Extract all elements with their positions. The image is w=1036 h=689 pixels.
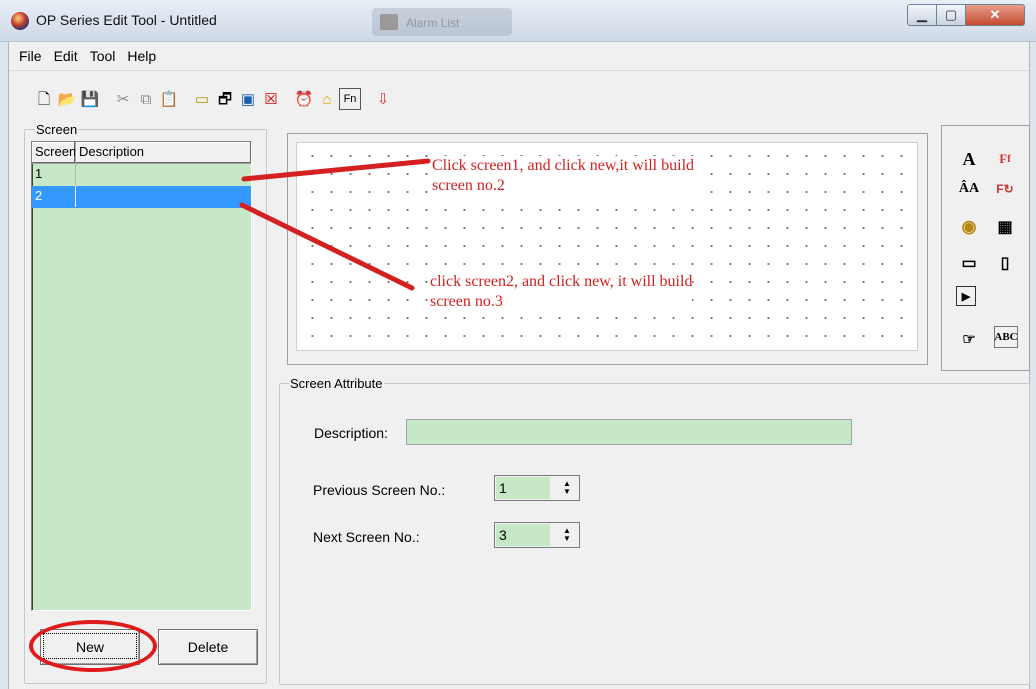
display-icon[interactable]: ▯ xyxy=(992,250,1018,276)
paste-icon[interactable]: 📋 xyxy=(158,88,180,110)
menu-file[interactable]: File xyxy=(13,48,48,64)
ascii-input-icon[interactable]: ☞ xyxy=(956,326,982,352)
menu-edit[interactable]: Edit xyxy=(48,48,84,64)
maximize-button[interactable]: ▢ xyxy=(936,4,966,26)
previous-screen-value[interactable]: 1 xyxy=(496,477,550,499)
list-item[interactable]: 1 xyxy=(32,164,251,186)
cut-icon[interactable]: ✂ xyxy=(112,88,134,110)
description-field[interactable] xyxy=(406,419,852,445)
play-button-icon[interactable]: ▶ xyxy=(956,286,976,306)
screen-group-legend: Screen xyxy=(35,122,79,137)
description-label: Description: xyxy=(314,425,388,441)
window-title: OP Series Edit Tool - Untitled xyxy=(36,12,217,28)
open-folder-icon[interactable]: 📂 xyxy=(56,88,78,110)
delete-screen-icon[interactable]: ☒ xyxy=(260,88,282,110)
screen-attribute-legend: Screen Attribute xyxy=(289,376,384,391)
screen-properties-icon[interactable]: 🗗 xyxy=(214,88,236,110)
text-icon[interactable]: A xyxy=(956,146,982,172)
annotation-second: click screen2, and click new, it will bu… xyxy=(430,272,693,312)
next-screen-value[interactable]: 3 xyxy=(496,524,550,546)
rectangle-icon[interactable]: ▭ xyxy=(191,88,213,110)
next-screen-label: Next Screen No.: xyxy=(313,529,420,545)
close-button[interactable]: ✕ xyxy=(965,4,1025,26)
list-header: Screen Description xyxy=(32,142,251,164)
screen-description xyxy=(76,186,251,207)
abc-icon[interactable]: ABC xyxy=(994,326,1018,348)
dynamic-text-icon[interactable]: Ff xyxy=(992,146,1018,172)
title-bar: OP Series Edit Tool - Untitled Alarm Lis… xyxy=(0,0,1036,42)
column-header-screen[interactable]: Screen xyxy=(32,142,76,163)
window-icon[interactable]: ▣ xyxy=(237,88,259,110)
minimize-button[interactable]: ▁ xyxy=(907,4,937,26)
download-icon[interactable]: ⇩ xyxy=(372,88,394,110)
menu-tool[interactable]: Tool xyxy=(84,48,122,64)
spin-arrows-icon[interactable]: ▲ ▼ xyxy=(557,525,577,545)
new-file-icon[interactable]: 🗋 xyxy=(33,88,55,110)
screen-number: 1 xyxy=(32,164,76,185)
menu-bar: File Edit Tool Help xyxy=(9,42,1029,71)
list-item[interactable]: 2 xyxy=(32,186,251,208)
next-screen-spinner[interactable]: 3 ▲ ▼ xyxy=(494,522,580,548)
save-icon[interactable]: 💾 xyxy=(79,88,101,110)
pattern-icon[interactable]: ▦ xyxy=(992,214,1018,240)
toolbar: 🗋 📂 💾 ✂ ⧉ 📋 ▭ 🗗 ▣ ☒ ⏰ ⌂ Fn ⇩ xyxy=(33,86,395,112)
dynamic-text-rotate-icon[interactable]: F↻ xyxy=(992,176,1018,202)
copy-icon[interactable]: ⧉ xyxy=(135,88,157,110)
alarm-clock-icon[interactable]: ⏰ xyxy=(293,88,315,110)
app-globe-icon xyxy=(11,12,29,30)
delete-button[interactable]: Delete xyxy=(158,629,258,665)
lamp-icon[interactable]: ◉ xyxy=(956,214,982,240)
previous-screen-label: Previous Screen No.: xyxy=(313,482,446,498)
screen-number: 2 xyxy=(32,186,76,207)
text-rotate-icon[interactable]: ÂA xyxy=(956,176,982,202)
keyboard-icon[interactable]: ▭ xyxy=(956,250,982,276)
home-icon[interactable]: ⌂ xyxy=(316,88,338,110)
object-sidebar: A Ff ÂA F↻ ◉ ▦ ▭ ▯ ▶ ☞ ABC xyxy=(941,125,1030,371)
highlight-oval xyxy=(29,620,157,672)
previous-screen-spinner[interactable]: 1 ▲ ▼ xyxy=(494,475,580,501)
background-window-tab[interactable]: Alarm List xyxy=(372,8,512,36)
menu-help[interactable]: Help xyxy=(121,48,162,64)
column-header-description[interactable]: Description xyxy=(76,142,251,163)
spin-arrows-icon[interactable]: ▲ ▼ xyxy=(557,478,577,498)
background-window-title: Alarm List xyxy=(406,16,460,30)
screen-description xyxy=(76,164,251,185)
function-key-icon[interactable]: Fn xyxy=(339,88,361,110)
alarm-icon xyxy=(380,14,398,30)
annotation-first: Click screen1, and click new,it will bui… xyxy=(432,156,695,196)
screen-list[interactable]: Screen Description 1 2 xyxy=(31,141,252,611)
